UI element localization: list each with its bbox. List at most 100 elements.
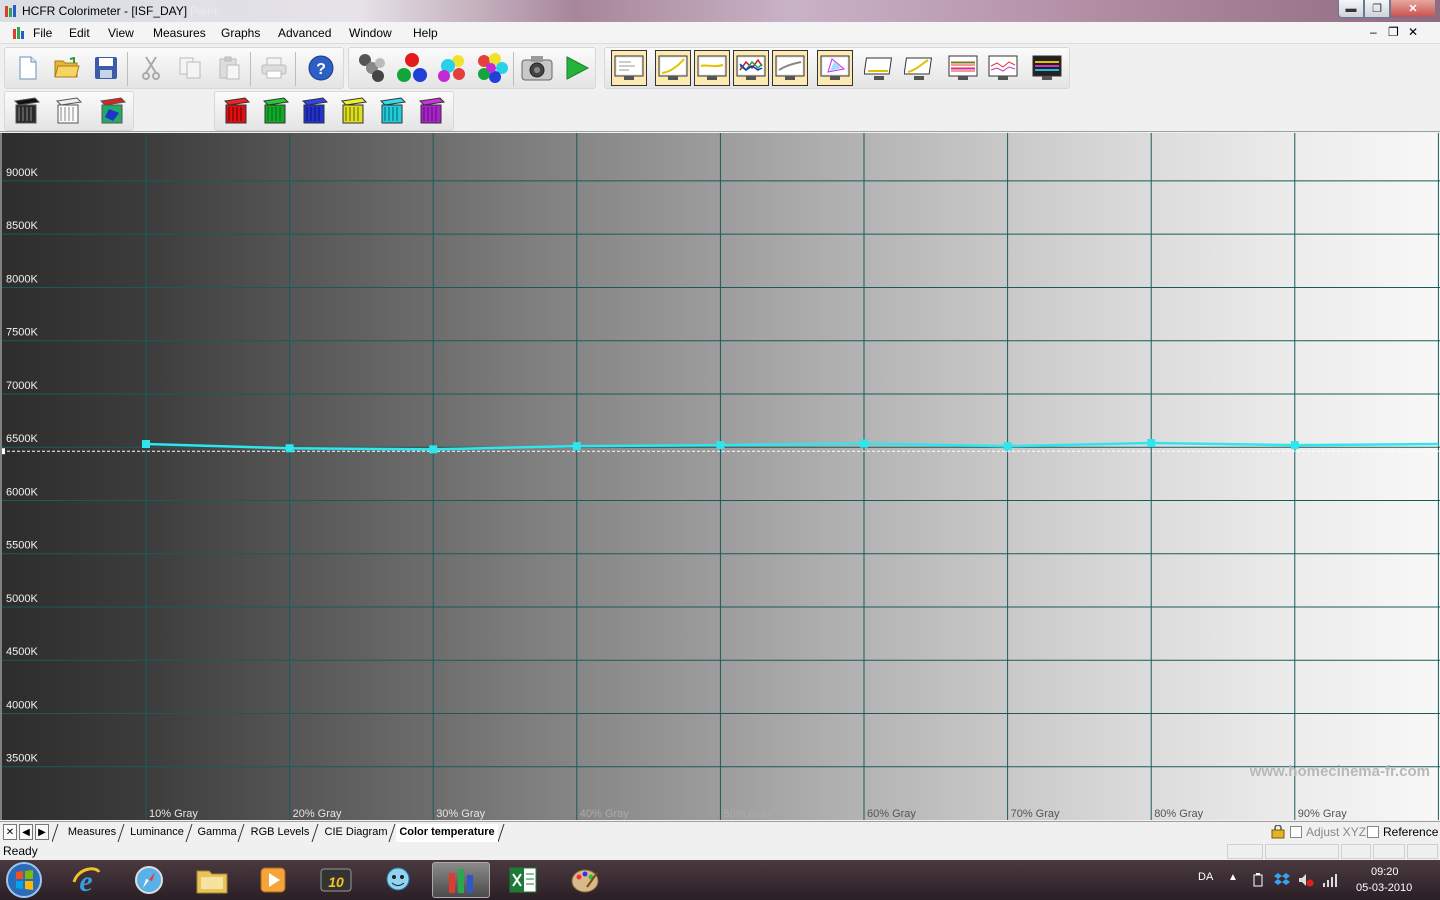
tab-color-temperature[interactable]: Color temperature <box>396 824 498 842</box>
help-icon[interactable]: ? <box>303 50 339 86</box>
mdi-minimize-button[interactable]: – <box>1370 25 1377 39</box>
print-icon[interactable] <box>256 50 292 86</box>
tab-close-button[interactable]: ✕ <box>3 824 17 840</box>
menu-measures[interactable]: Measures <box>153 26 206 40</box>
watermark-text: www.homecinema-fr.com <box>1249 763 1430 780</box>
x-tick-label: 30% Gray <box>436 808 485 820</box>
explorer-folder-icon[interactable] <box>183 862 241 898</box>
tab-measures[interactable]: Measures <box>62 824 122 842</box>
tab-cie-diagram[interactable]: CIE Diagram <box>320 824 392 842</box>
minimize-button[interactable]: ▬ <box>1338 0 1364 18</box>
saturation-graph-icon[interactable] <box>945 50 981 86</box>
menu-graphs[interactable]: Graphs <box>221 26 260 40</box>
menu-view[interactable]: View <box>108 26 134 40</box>
y-tick-label: 9000K <box>6 167 38 179</box>
colorchecker-icon[interactable] <box>1029 50 1065 86</box>
tab-next-button[interactable]: ▶ <box>35 824 49 840</box>
graph-view-icon[interactable] <box>611 50 647 86</box>
close-button[interactable]: ✕ <box>1390 0 1436 18</box>
data-point <box>572 442 581 451</box>
language-indicator[interactable]: DA <box>1198 871 1213 883</box>
measure-yellow-icon[interactable] <box>336 93 372 129</box>
tab-gamma[interactable]: Gamma <box>194 824 240 842</box>
measure-cyan-icon[interactable] <box>375 93 411 129</box>
y-tick-label: 5500K <box>6 540 38 552</box>
saturation-shift-icon[interactable] <box>985 50 1021 86</box>
play-icon[interactable] <box>559 50 595 86</box>
color-temp-graph-icon[interactable] <box>772 50 808 86</box>
menu-advanced[interactable]: Advanced <box>278 26 331 40</box>
y-tick-label: 4500K <box>6 646 38 658</box>
dropbox-icon[interactable] <box>1274 872 1290 888</box>
messenger-icon[interactable] <box>369 862 427 898</box>
clock-time[interactable]: 09:20 <box>1371 866 1399 878</box>
menu-edit[interactable]: Edit <box>69 26 90 40</box>
mdi-restore-button[interactable]: ❐ <box>1388 25 1399 39</box>
measure-rgb-icon[interactable] <box>95 93 131 129</box>
measure-toolbar <box>0 91 1440 132</box>
safari-icon[interactable] <box>120 862 178 898</box>
internet-explorer-icon[interactable]: e <box>57 862 115 898</box>
menu-help[interactable]: Help <box>413 26 438 40</box>
data-point <box>142 440 150 449</box>
new-document-icon[interactable] <box>10 50 46 86</box>
measure-magenta-icon[interactable] <box>414 93 450 129</box>
near-white-icon[interactable] <box>901 50 937 86</box>
adjust-xyz-checkbox[interactable]: Adjust XYZ <box>1290 825 1366 839</box>
gamma-graph-icon[interactable] <box>694 50 730 86</box>
measure-blue-icon[interactable] <box>297 93 333 129</box>
rgb-levels-graph-icon[interactable] <box>733 50 769 86</box>
hcfr-icon[interactable] <box>432 862 490 898</box>
color-temperature-graph[interactable]: 9000K 8500K 8000K 7500K 7000K 6500K 6000K 5500K… <box>0 133 1440 820</box>
tab-luminance[interactable]: Luminance <box>126 824 188 842</box>
mdi-close-button[interactable]: ✕ <box>1408 25 1418 39</box>
grayscale-measure-icon[interactable] <box>354 50 390 86</box>
primary-colors-icon[interactable] <box>394 50 430 86</box>
chart-canvas: 9000K 8500K 8000K 7500K 7000K 6500K 6000K 5500K… <box>2 133 1440 820</box>
maximize-button[interactable]: ❐ <box>1364 0 1390 18</box>
open-folder-icon[interactable] <box>49 50 85 86</box>
copy-icon[interactable] <box>172 50 208 86</box>
clock-date[interactable]: 05-03-2010 <box>1356 882 1412 894</box>
tab-rgb-levels[interactable]: RGB Levels <box>246 824 314 842</box>
paint-icon[interactable] <box>556 862 614 898</box>
paste-icon[interactable] <box>211 50 247 86</box>
reference-marker <box>2 448 5 455</box>
lock-icon <box>1271 825 1285 839</box>
all-colors-icon[interactable] <box>474 50 510 86</box>
volume-muted-icon[interactable] <box>1298 872 1314 888</box>
start-button-icon[interactable] <box>4 861 44 899</box>
reference-box[interactable] <box>1367 826 1379 838</box>
background-window-title: Paint <box>190 4 218 18</box>
excel-icon[interactable] <box>494 862 552 898</box>
reference-checkbox[interactable]: Reference <box>1367 825 1438 839</box>
save-disk-icon[interactable] <box>88 50 124 86</box>
adjust-xyz-box[interactable] <box>1290 826 1302 838</box>
camera-icon[interactable] <box>519 50 555 86</box>
data-point <box>860 439 868 448</box>
hcfr-app-icon <box>5 5 16 17</box>
tray-expand-icon[interactable]: ▲ <box>1228 872 1238 883</box>
measure-black-icon[interactable] <box>9 93 45 129</box>
title-bar: HCFR Colorimeter - [ISF_DAY] Paint ▬ ❐ ✕ <box>0 0 1440 22</box>
nero-icon[interactable]: 10 <box>307 862 365 898</box>
cie-diagram-icon[interactable] <box>817 50 853 86</box>
data-point <box>1003 442 1012 451</box>
secondary-colors-icon[interactable] <box>434 50 470 86</box>
window-title: HCFR Colorimeter - [ISF_DAY] <box>22 4 188 18</box>
menu-file[interactable]: File <box>33 26 52 40</box>
luminance-graph-icon[interactable] <box>655 50 691 86</box>
network-signal-icon[interactable] <box>1322 872 1338 888</box>
status-bar: Ready <box>0 843 1440 860</box>
measure-toolbar-group <box>348 47 596 89</box>
media-player-icon[interactable] <box>244 862 302 898</box>
tab-prev-button[interactable]: ◀ <box>19 824 33 840</box>
cut-icon[interactable] <box>133 50 169 86</box>
battery-icon[interactable] <box>1252 873 1264 887</box>
measure-red-icon[interactable] <box>219 93 255 129</box>
near-black-icon[interactable] <box>861 50 897 86</box>
menu-window[interactable]: Window <box>349 26 392 40</box>
x-tick-label: 40% Gray <box>580 808 629 820</box>
measure-white-icon[interactable] <box>51 93 87 129</box>
measure-green-icon[interactable] <box>258 93 294 129</box>
